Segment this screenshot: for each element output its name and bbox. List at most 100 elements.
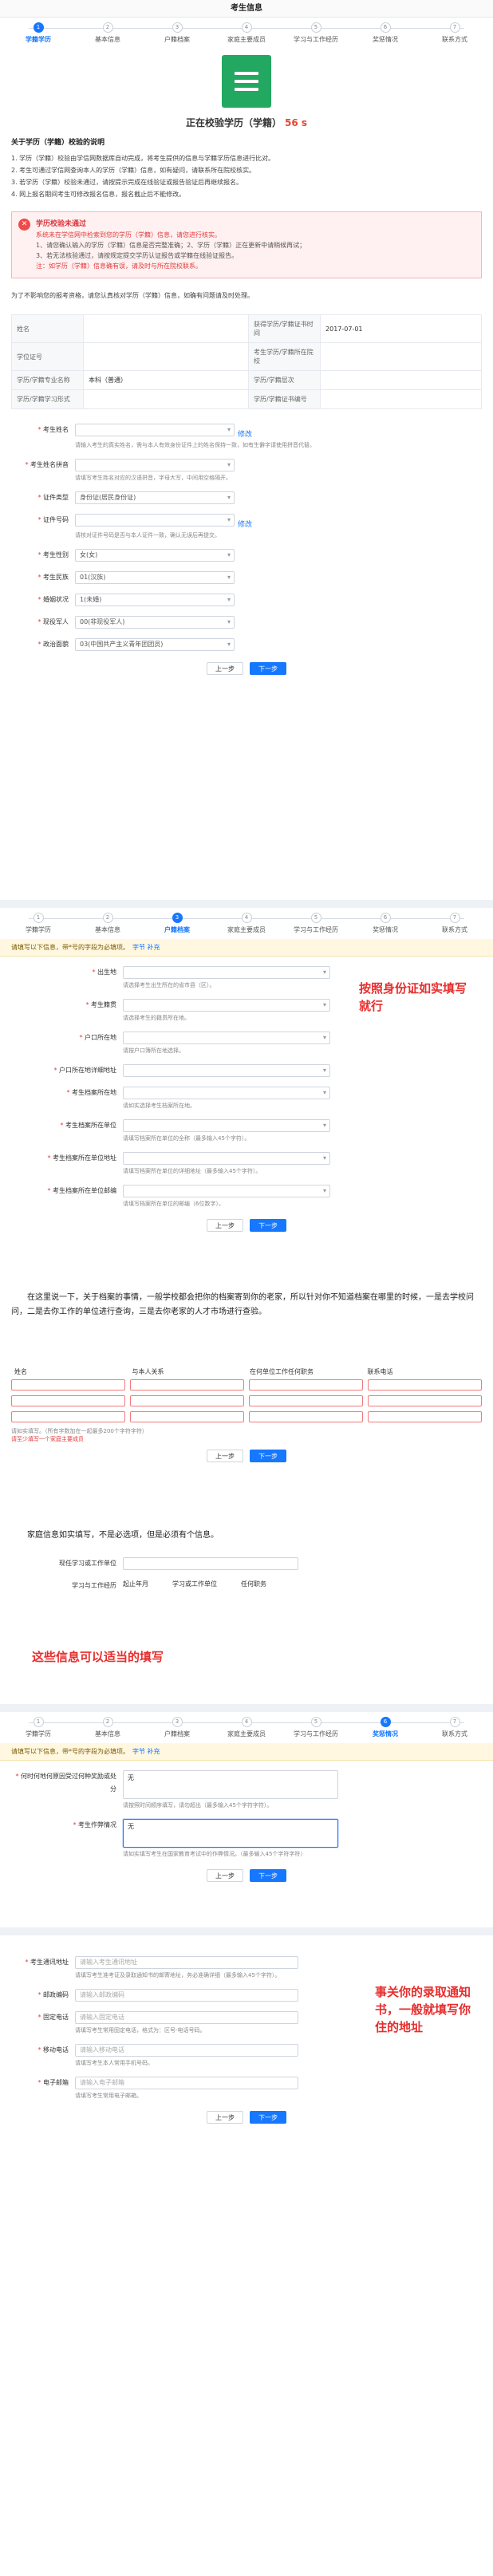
prev-button[interactable]: 上一步 <box>207 1869 243 1882</box>
step-2[interactable]: 2 基本信息 <box>81 22 135 44</box>
field-input[interactable]: 请输入移动电话 <box>75 2044 298 2057</box>
field-label: * 考生作弊情况 <box>73 1821 116 1828</box>
current-unit-input[interactable] <box>123 1557 298 1570</box>
family-input[interactable] <box>11 1395 125 1406</box>
step-3[interactable]: 3 户籍档案 <box>150 22 204 44</box>
field-input[interactable] <box>75 514 235 527</box>
edit-link[interactable]: 修改 <box>238 431 252 439</box>
field-input[interactable] <box>123 1032 330 1044</box>
family-input[interactable] <box>130 1379 244 1391</box>
step-4[interactable]: 4 家庭主要成员 <box>219 1717 274 1738</box>
field-input[interactable]: 03(中国共产主义青年团团员) <box>75 638 235 651</box>
field-input[interactable] <box>75 459 235 471</box>
family-input[interactable] <box>130 1411 244 1422</box>
field-input[interactable]: 请输入固定电话 <box>75 2011 298 2024</box>
table-value <box>320 370 482 390</box>
step-dot: 3 <box>172 22 183 33</box>
step-7[interactable]: 7 联系方式 <box>428 1717 482 1738</box>
page-title: 考生信息 <box>0 0 493 18</box>
step-2[interactable]: 2 基本信息 <box>81 1717 135 1738</box>
form-row: * 考生民族 01(汉族) <box>0 566 493 589</box>
step-6[interactable]: 6 奖惩情况 <box>358 1717 412 1738</box>
step-1[interactable]: 1 学籍学历 <box>11 1717 65 1738</box>
field-input[interactable] <box>123 1152 330 1165</box>
step-4[interactable]: 4 家庭主要成员 <box>219 913 274 934</box>
field-input[interactable] <box>123 1087 330 1099</box>
step-5[interactable]: 5 学习与工作经历 <box>289 22 343 44</box>
family-input[interactable] <box>249 1411 363 1422</box>
work-column-header: 任何职务 <box>241 1580 266 1588</box>
field-hint: 请按照时间顺序填写，请勿超出（最多输入45个字符字符）。 <box>123 1802 273 1809</box>
field-input[interactable] <box>123 999 330 1012</box>
family-input[interactable] <box>249 1379 363 1391</box>
field-input[interactable]: 请输入电子邮箱 <box>75 2077 298 2089</box>
family-input[interactable] <box>368 1411 482 1422</box>
step-bar: 1 学籍学历 2 基本信息 3 户籍档案 4 家庭主要成员 5 学习与工作经历 6 奖惩情况 7 联系方式 <box>0 908 493 939</box>
field-input[interactable]: 01(汉族) <box>75 571 235 584</box>
next-button[interactable]: 下一步 <box>250 1450 286 1462</box>
field-input[interactable] <box>123 1119 330 1132</box>
next-button[interactable]: 下一步 <box>250 1219 286 1232</box>
field-input[interactable]: 无 <box>123 1819 338 1848</box>
step-dot: 5 <box>310 1717 321 1727</box>
step-6[interactable]: 6 奖惩情况 <box>358 913 412 934</box>
field-hint: 请按户口簿所在地选择。 <box>123 1047 184 1054</box>
work-column-header: 学习或工作单位 <box>172 1580 217 1588</box>
step-2[interactable]: 2 基本信息 <box>81 913 135 934</box>
field-label-text: 考生档案所在单位地址 <box>53 1154 116 1162</box>
field-input[interactable] <box>123 1064 330 1077</box>
step-3[interactable]: 3 户籍档案 <box>150 913 204 934</box>
family-input[interactable] <box>368 1379 482 1391</box>
field-hint: 请填写考生常用电子邮箱。 <box>75 2093 142 2099</box>
field-hint: 请填写考生本人常用手机号码。 <box>75 2060 153 2066</box>
step-dot: 2 <box>102 1717 113 1727</box>
step-5[interactable]: 5 学习与工作经历 <box>289 913 343 934</box>
field-input[interactable]: 00(非现役军人) <box>75 616 235 629</box>
step-label: 基本信息 <box>95 1730 120 1738</box>
field-input[interactable]: 身份证(居民身份证) <box>75 491 235 504</box>
prev-button[interactable]: 上一步 <box>207 1450 243 1462</box>
table-row: 学位证号 考生学历/学籍所在院校 <box>11 342 482 371</box>
edit-link[interactable]: 修改 <box>238 521 252 529</box>
step-3[interactable]: 3 户籍档案 <box>150 1717 204 1738</box>
step-label: 户籍档案 <box>164 36 190 43</box>
step-4[interactable]: 4 家庭主要成员 <box>219 22 274 44</box>
family-input[interactable] <box>130 1395 244 1406</box>
family-input[interactable] <box>368 1395 482 1406</box>
family-input[interactable] <box>11 1379 125 1391</box>
document-icon <box>222 55 271 108</box>
field-label: * 考生通讯地址 <box>25 1959 69 1966</box>
field-input[interactable]: 请输入邮政编码 <box>75 1989 298 2002</box>
table-intro: 为了不影响您的报考资格，请您认真核对学历（学籍）信息，如确有问题请及时处理。 <box>11 292 254 299</box>
step-dot: 5 <box>310 22 321 33</box>
field-input[interactable]: 无 <box>123 1770 338 1799</box>
field-input[interactable] <box>75 424 235 436</box>
field-label: * 考生姓名拼音 <box>25 461 69 468</box>
field-hint: 请输入考生的真实姓名，需与本人有效身份证件上的姓名保持一致，如有生僻字请使用拼音… <box>75 442 315 448</box>
step-dot: 7 <box>449 913 460 923</box>
form-row: * 考生姓名拼音请填写考生姓名对应的汉语拼音，字母大写，中间用空格隔开。 <box>0 454 493 487</box>
step-dot: 3 <box>172 1717 183 1727</box>
prev-button[interactable]: 上一步 <box>207 662 243 675</box>
form-row: * 考生档案所在地请如实选择考生档案所在地。 <box>0 1082 493 1114</box>
step-1[interactable]: 1 学籍学历 <box>11 22 65 44</box>
banner-link[interactable]: 字节 补充 <box>132 944 160 951</box>
step-7[interactable]: 7 联系方式 <box>428 913 482 934</box>
step-5[interactable]: 5 学习与工作经历 <box>289 1717 343 1738</box>
step-6[interactable]: 6 奖惩情况 <box>358 22 412 44</box>
field-input[interactable]: 请输入考生通讯地址 <box>75 1956 298 1969</box>
field-input[interactable] <box>123 966 330 979</box>
next-button[interactable]: 下一步 <box>250 662 286 675</box>
family-input[interactable] <box>249 1395 363 1406</box>
field-input[interactable]: 女(女) <box>75 549 235 562</box>
next-button[interactable]: 下一步 <box>250 1869 286 1882</box>
step-dot: 1 <box>33 913 44 923</box>
prev-button[interactable]: 上一步 <box>207 2111 243 2124</box>
prev-button[interactable]: 上一步 <box>207 1219 243 1232</box>
family-input[interactable] <box>11 1411 125 1422</box>
step-1[interactable]: 1 学籍学历 <box>11 913 65 934</box>
next-button[interactable]: 下一步 <box>250 2111 286 2124</box>
field-input[interactable] <box>123 1185 330 1197</box>
step-7[interactable]: 7 联系方式 <box>428 22 482 44</box>
field-input[interactable]: 1(未婚) <box>75 594 235 606</box>
